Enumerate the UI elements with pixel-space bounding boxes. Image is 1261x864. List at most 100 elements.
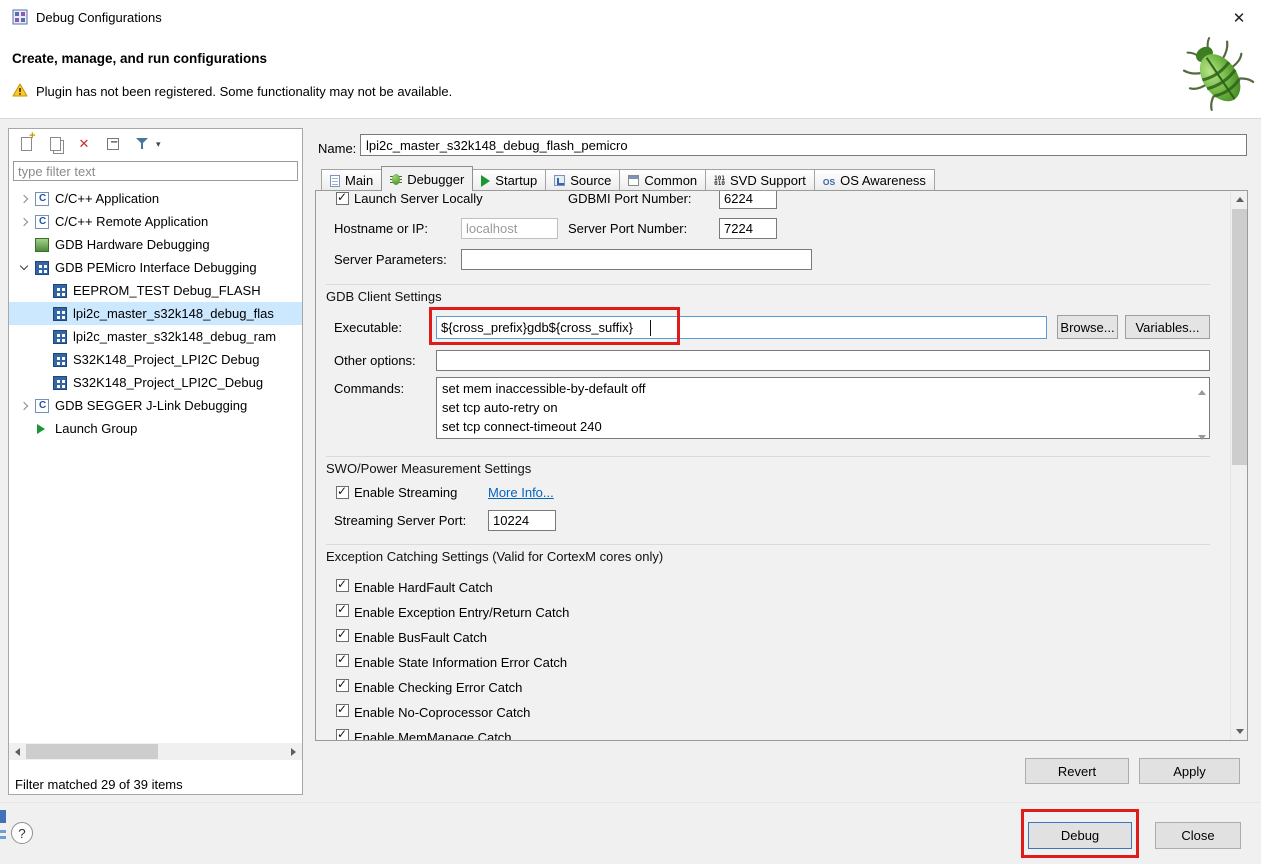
tab-source[interactable]: Source bbox=[545, 169, 621, 191]
tree-item-selected[interactable]: lpi2c_master_s32k148_debug_flas bbox=[9, 302, 302, 325]
launch-server-checkbox[interactable] bbox=[336, 191, 349, 205]
scroll-up-arrow[interactable] bbox=[1231, 191, 1247, 208]
filter-menu-button[interactable] bbox=[133, 135, 151, 153]
scroll-left-arrow[interactable] bbox=[9, 743, 26, 760]
button-bar-separator bbox=[0, 802, 1261, 803]
configuration-tree: C/C++ Application C/C++ Remote Applicati… bbox=[9, 187, 302, 440]
tree-item[interactable]: GDB Hardware Debugging bbox=[9, 233, 302, 256]
help-button[interactable]: ? bbox=[11, 822, 33, 844]
configurations-panel: ▾ C/C++ Application C/C++ Remote Applica… bbox=[8, 128, 303, 795]
tab-bar: Main Debugger Startup Source Common SVD … bbox=[315, 166, 1248, 191]
filter-icon bbox=[136, 137, 148, 151]
delete-configuration-button[interactable] bbox=[75, 135, 93, 153]
commands-textarea[interactable]: set mem inaccessible-by-default off set … bbox=[436, 377, 1210, 439]
tree-item-label: EEPROM_TEST Debug_FLASH bbox=[73, 283, 261, 298]
other-options-input[interactable] bbox=[436, 350, 1210, 371]
commands-label: Commands: bbox=[334, 381, 405, 396]
dialog-close-button[interactable]: Close bbox=[1155, 822, 1241, 849]
new-configuration-button[interactable] bbox=[17, 130, 36, 153]
memmanage-catch-checkbox[interactable] bbox=[336, 727, 349, 740]
server-port-input[interactable] bbox=[719, 218, 777, 239]
tab-startup[interactable]: Startup bbox=[472, 169, 547, 191]
vertical-scrollbar-thumb[interactable] bbox=[1232, 209, 1247, 465]
no-coprocessor-catch-checkbox[interactable] bbox=[336, 702, 349, 717]
header-separator bbox=[0, 118, 1261, 119]
variables-button[interactable]: Variables... bbox=[1125, 315, 1210, 339]
scroll-down-icon[interactable] bbox=[1198, 428, 1206, 443]
checking-error-catch-checkbox[interactable] bbox=[336, 677, 349, 692]
hostname-input[interactable] bbox=[461, 218, 558, 239]
gdbmi-port-input[interactable] bbox=[719, 191, 777, 209]
hardfault-catch-checkbox[interactable] bbox=[336, 577, 349, 592]
content-vertical-scrollbar[interactable] bbox=[1230, 191, 1247, 740]
tab-label: Startup bbox=[495, 173, 538, 188]
debug-configurations-icon bbox=[12, 9, 28, 28]
tree-item[interactable]: EEPROM_TEST Debug_FLASH bbox=[9, 279, 302, 302]
c-application-icon bbox=[35, 398, 49, 413]
chevron-right-icon[interactable] bbox=[19, 401, 29, 410]
tab-os-awareness[interactable]: OS Awareness bbox=[813, 169, 935, 191]
launch-server-label: Launch Server Locally bbox=[354, 191, 483, 206]
tab-common[interactable]: Common bbox=[619, 169, 707, 191]
tab-debugger[interactable]: Debugger bbox=[381, 166, 474, 191]
tree-horizontal-scrollbar[interactable] bbox=[9, 743, 302, 760]
horizontal-scrollbar-thumb[interactable] bbox=[26, 744, 158, 759]
section-divider bbox=[326, 456, 1210, 457]
chevron-right-icon[interactable] bbox=[19, 194, 29, 203]
tree-item[interactable]: GDB PEMicro Interface Debugging bbox=[9, 256, 302, 279]
window-title: Debug Configurations bbox=[36, 10, 162, 25]
left-arrow-icon bbox=[15, 747, 20, 756]
pemicro-config-icon bbox=[53, 329, 67, 344]
tab-main[interactable]: Main bbox=[321, 169, 383, 191]
chevron-right-icon[interactable] bbox=[19, 217, 29, 226]
tree-item[interactable]: S32K148_Project_LPI2C_Debug bbox=[9, 371, 302, 394]
dropdown-caret-icon[interactable]: ▾ bbox=[156, 139, 161, 150]
close-icon: ✕ bbox=[1232, 9, 1246, 27]
tab-label: Source bbox=[570, 173, 612, 188]
scroll-right-arrow[interactable] bbox=[285, 743, 302, 760]
streaming-port-input[interactable] bbox=[488, 510, 556, 531]
right-arrow-icon bbox=[291, 747, 296, 756]
common-icon bbox=[628, 175, 640, 186]
os-awareness-icon bbox=[823, 173, 835, 188]
pemicro-config-icon bbox=[53, 306, 67, 321]
tree-item[interactable]: S32K148_Project_LPI2C Debug bbox=[9, 348, 302, 371]
tab-label: Common bbox=[644, 173, 698, 188]
duplicate-configuration-button[interactable] bbox=[46, 135, 64, 153]
gdb-hardware-icon bbox=[35, 237, 49, 252]
apply-button[interactable]: Apply bbox=[1139, 758, 1240, 784]
enable-streaming-checkbox[interactable] bbox=[336, 484, 349, 499]
tab-label: Debugger bbox=[407, 171, 465, 187]
scroll-up-icon[interactable] bbox=[1198, 383, 1206, 398]
tree-item[interactable]: lpi2c_master_s32k148_debug_ram bbox=[9, 325, 302, 348]
tree-item[interactable]: C/C++ Application bbox=[9, 187, 302, 210]
tree-item[interactable]: GDB SEGGER J-Link Debugging bbox=[9, 394, 302, 417]
c-application-icon bbox=[35, 214, 49, 229]
down-arrow-icon bbox=[1235, 729, 1244, 734]
scroll-down-arrow[interactable] bbox=[1231, 723, 1247, 740]
executable-input[interactable] bbox=[436, 316, 1047, 339]
debug-button[interactable]: Debug bbox=[1028, 822, 1132, 849]
tree-item[interactable]: Launch Group bbox=[9, 417, 302, 440]
exception-entry-catch-checkbox[interactable] bbox=[336, 602, 349, 617]
debugger-tab-content: Launch Server Locally GDBMI Port Number:… bbox=[315, 190, 1248, 741]
other-options-label: Other options: bbox=[334, 353, 416, 368]
tab-svd-support[interactable]: SVD Support bbox=[705, 169, 815, 191]
collapse-all-button[interactable] bbox=[104, 135, 122, 153]
state-info-catch-checkbox[interactable] bbox=[336, 652, 349, 667]
duplicate-config-icon bbox=[49, 137, 61, 151]
play-icon bbox=[481, 174, 491, 187]
name-input[interactable] bbox=[360, 134, 1247, 156]
revert-button[interactable]: Revert bbox=[1025, 758, 1129, 784]
server-parameters-input[interactable] bbox=[461, 249, 812, 270]
up-arrow-icon bbox=[1235, 197, 1244, 202]
exception-settings-title: Exception Catching Settings (Valid for C… bbox=[326, 549, 664, 564]
enable-streaming-label: Enable Streaming bbox=[354, 485, 458, 500]
filter-input[interactable] bbox=[13, 161, 298, 181]
tree-item[interactable]: C/C++ Remote Application bbox=[9, 210, 302, 233]
browse-button[interactable]: Browse... bbox=[1057, 315, 1118, 339]
close-window-button[interactable]: ✕ bbox=[1225, 5, 1253, 30]
chevron-down-icon[interactable] bbox=[19, 261, 29, 270]
more-info-link[interactable]: More Info... bbox=[488, 485, 554, 500]
busfault-catch-checkbox[interactable] bbox=[336, 627, 349, 642]
